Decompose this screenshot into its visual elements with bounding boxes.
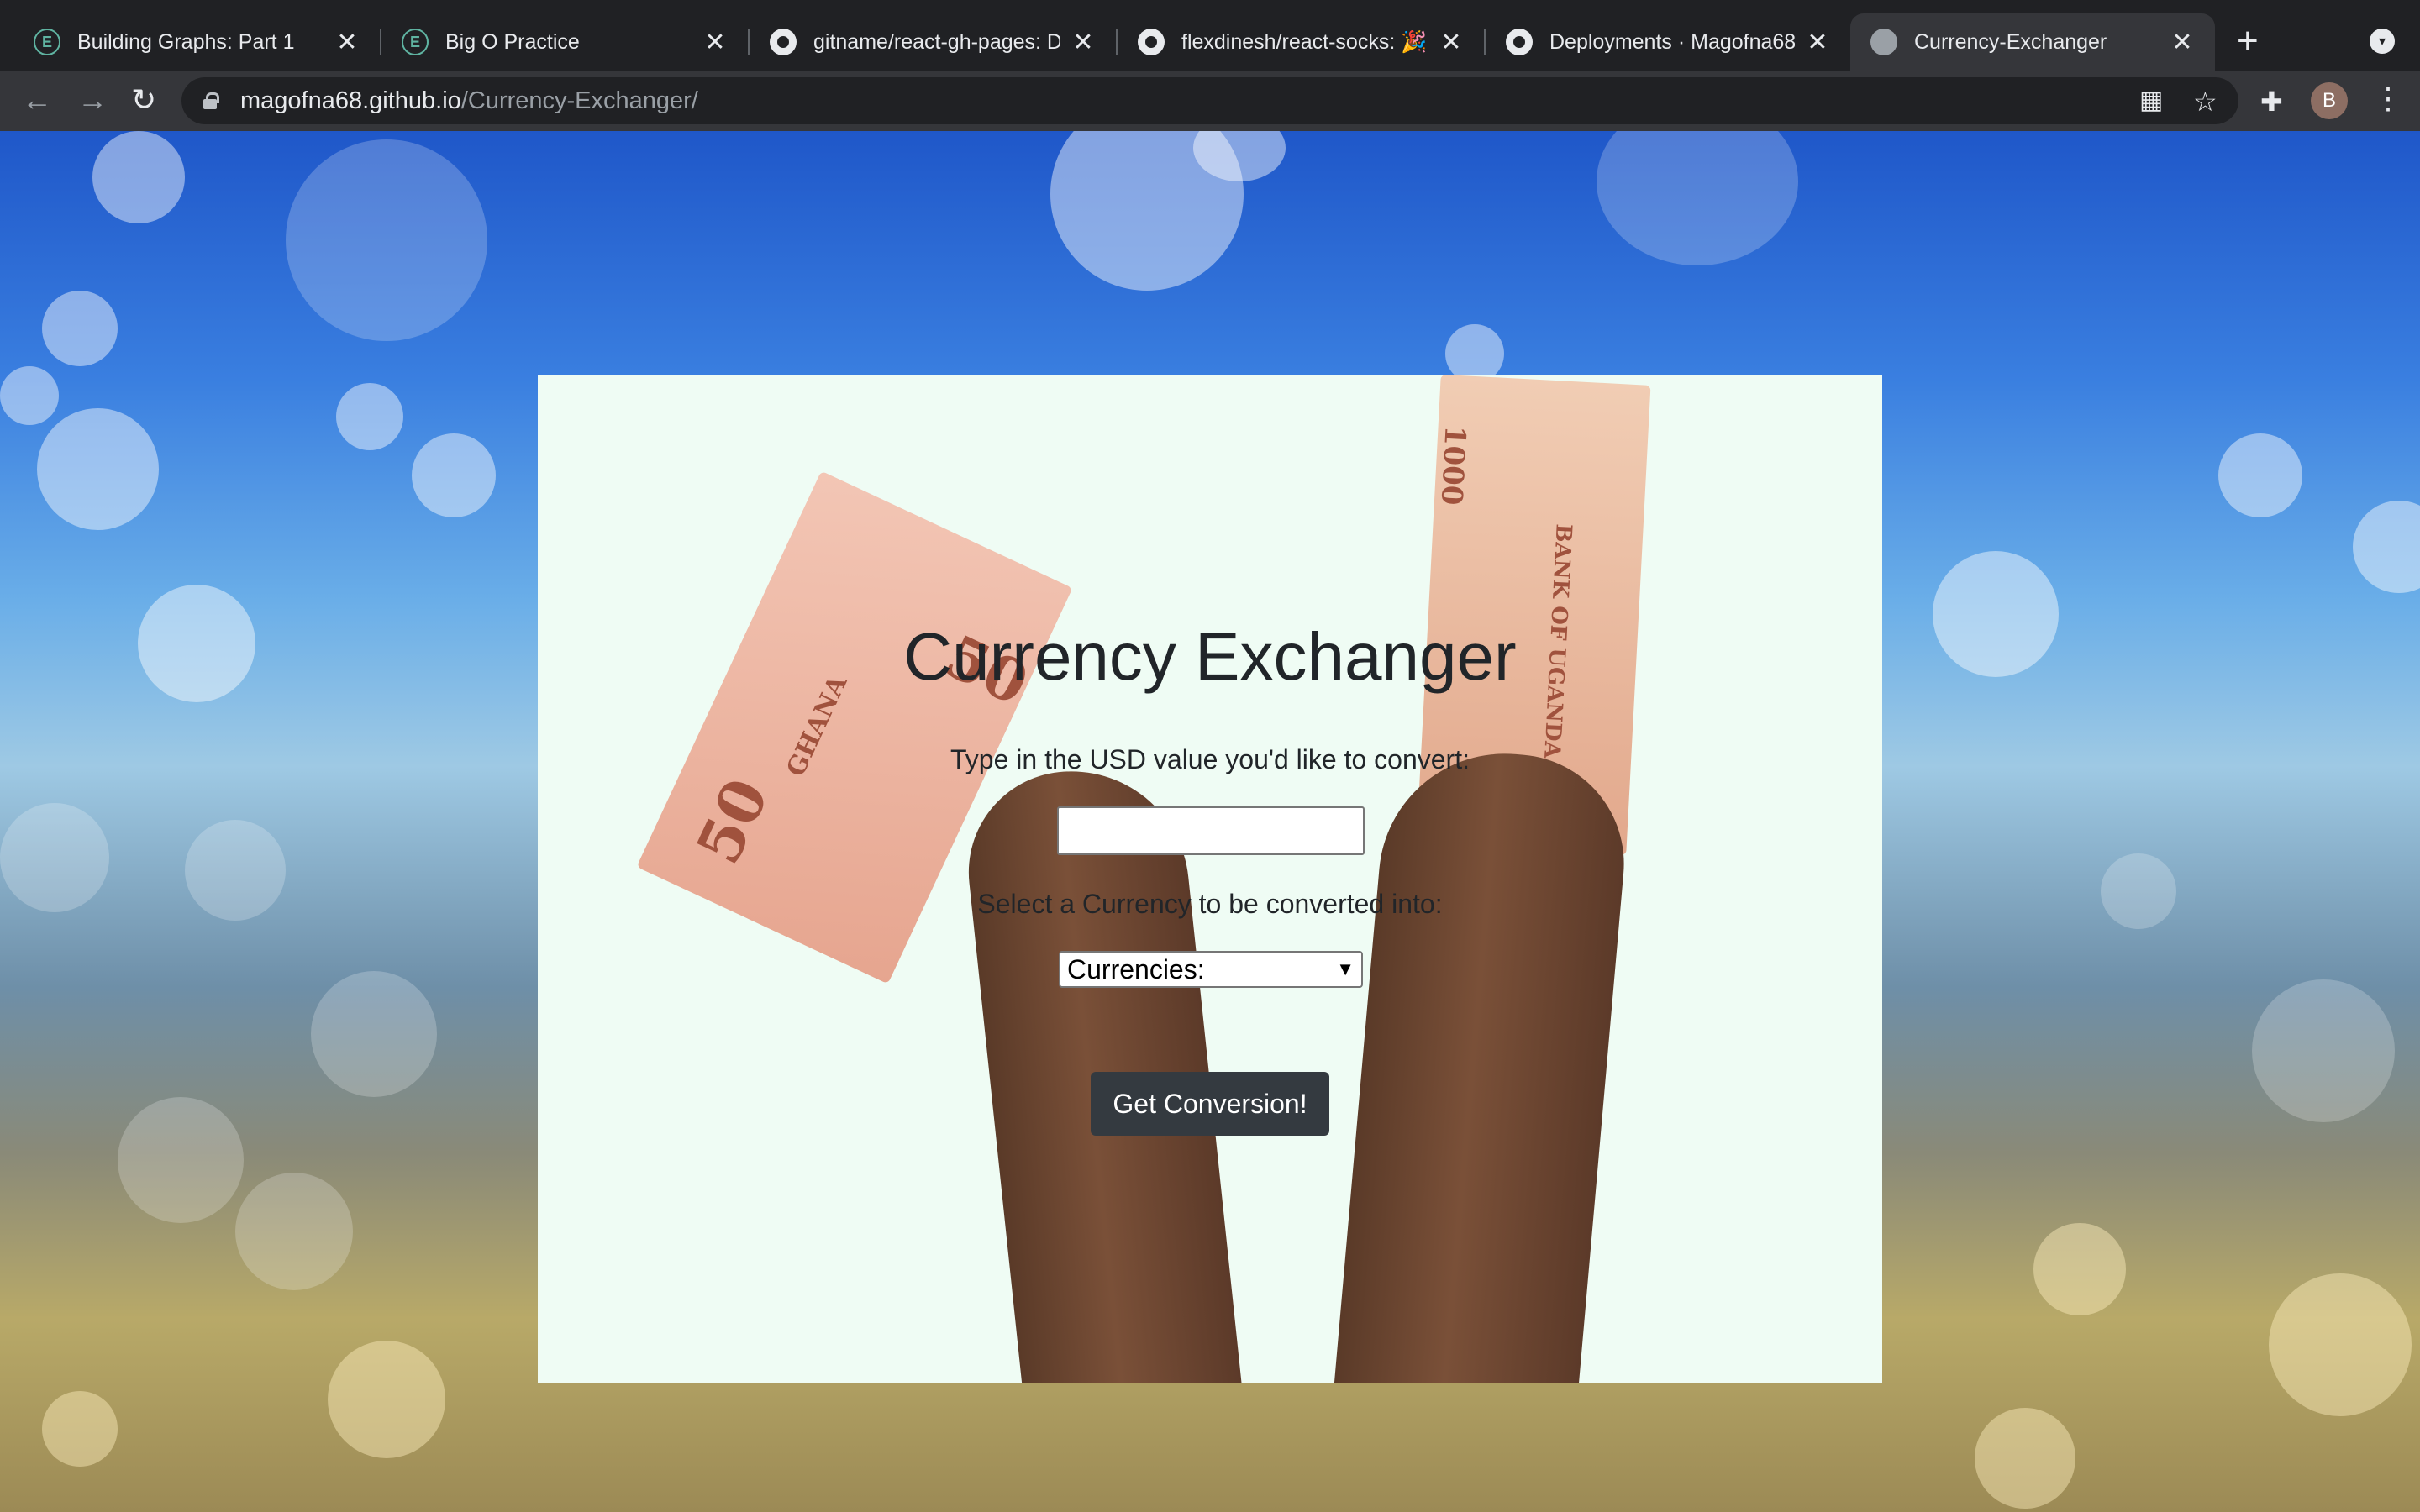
back-icon[interactable]: ← [22, 82, 52, 118]
page-viewport: 50 50 GHANA BANK OF UGANDA 1000 Currency… [0, 131, 2420, 1512]
chevron-down-icon: ▼ [1336, 958, 1355, 979]
tab-react-gh-pages[interactable]: gitname/react-gh-pages: D ✕ [750, 13, 1116, 71]
hero-card: 50 50 GHANA BANK OF UGANDA 1000 Currency… [538, 375, 1882, 1383]
avatar[interactable]: B [2311, 82, 2348, 119]
more-menu-icon[interactable]: ⋮ [2373, 81, 2403, 116]
usd-value-input[interactable] [1057, 806, 1365, 855]
bokeh-light [0, 803, 109, 912]
bokeh-light [138, 585, 255, 702]
lock-icon [203, 92, 219, 109]
globe-icon [1870, 29, 1897, 55]
tab-search-icon[interactable]: ▾ [2370, 29, 2395, 54]
bokeh-light [412, 433, 496, 517]
bokeh-light [118, 1097, 244, 1223]
bokeh-light [2269, 1273, 2412, 1416]
tab-title: Building Graphs: Part 1 [77, 29, 295, 54]
bokeh-light [2033, 1223, 2126, 1315]
github-icon [1506, 29, 1533, 55]
bokeh-light [286, 139, 487, 341]
e-logo-icon: E [34, 29, 60, 55]
extensions-icon[interactable]: ✚ [2260, 86, 2283, 118]
bokeh-light [235, 1173, 353, 1290]
bokeh-light [2218, 433, 2302, 517]
bokeh-light [311, 971, 437, 1097]
tab-title: Big O Practice [445, 29, 580, 54]
tab-title: flexdinesh/react-socks: 🎉 [1181, 29, 1428, 54]
bokeh-light [2101, 853, 2176, 929]
bokeh-light [42, 291, 118, 366]
tab-title: gitname/react-gh-pages: D [813, 29, 1060, 54]
tab-big-o-practice[interactable]: E Big O Practice ✕ [381, 13, 748, 71]
bokeh-light [42, 1391, 118, 1467]
currency-select[interactable]: Currencies: ▼ [1059, 951, 1363, 988]
github-icon [1138, 29, 1165, 55]
qr-code-icon[interactable]: ▦ [2139, 86, 2163, 115]
bokeh-light [92, 131, 185, 223]
close-icon[interactable]: ✕ [702, 28, 728, 57]
tab-deployments[interactable]: Deployments · Magofna68/ ✕ [1486, 13, 1850, 71]
new-tab-icon[interactable]: + [2237, 20, 2259, 62]
usd-value-label: Type in the USD value you'd like to conv… [950, 744, 1470, 774]
currency-select-label: Select a Currency to be converted into: [977, 889, 1443, 919]
get-conversion-button[interactable]: Get Conversion! [1091, 1072, 1329, 1136]
bokeh-light [328, 1341, 445, 1458]
address-bar[interactable]: magofna68.github.io/Currency-Exchanger/ [182, 77, 2238, 124]
bokeh-light [336, 383, 403, 450]
close-icon[interactable]: ✕ [1805, 28, 1830, 57]
reload-icon[interactable]: ↻ [131, 82, 156, 118]
close-icon[interactable]: ✕ [1071, 28, 1096, 57]
page-title: Currency Exchanger [903, 619, 1517, 694]
url-path: /Currency-Exchanger/ [460, 87, 698, 114]
url-host: magofna68.github.io [240, 87, 461, 114]
close-icon[interactable]: ✕ [1439, 28, 1464, 57]
github-icon [770, 29, 797, 55]
bokeh-light [0, 366, 59, 425]
forward-icon[interactable]: → [77, 82, 108, 118]
tab-building-graphs[interactable]: E Building Graphs: Part 1 ✕ [13, 13, 380, 71]
bokeh-light [1933, 551, 2059, 677]
bokeh-light [1597, 131, 1798, 265]
tab-currency-exchanger[interactable]: Currency-Exchanger ✕ [1850, 13, 2215, 71]
converter-form: Currency Exchanger Type in the USD value… [538, 375, 1882, 1383]
bookmark-star-icon[interactable]: ☆ [2193, 86, 2217, 118]
bokeh-light [1975, 1408, 2075, 1509]
tab-react-socks[interactable]: flexdinesh/react-socks: 🎉 ✕ [1118, 13, 1484, 71]
close-icon[interactable]: ✕ [334, 28, 360, 57]
bokeh-light [37, 408, 159, 530]
bokeh-light [2252, 979, 2395, 1122]
tab-title: Deployments · Magofna68/ [1549, 29, 1795, 54]
tab-title: Currency-Exchanger [1914, 29, 2107, 54]
bokeh-light [185, 820, 286, 921]
tab-strip: E Building Graphs: Part 1 ✕ E Big O Prac… [0, 0, 2420, 71]
bokeh-light [2353, 501, 2420, 593]
currency-select-value: Currencies: [1067, 953, 1205, 984]
e-logo-icon: E [402, 29, 429, 55]
close-icon[interactable]: ✕ [2170, 28, 2195, 57]
